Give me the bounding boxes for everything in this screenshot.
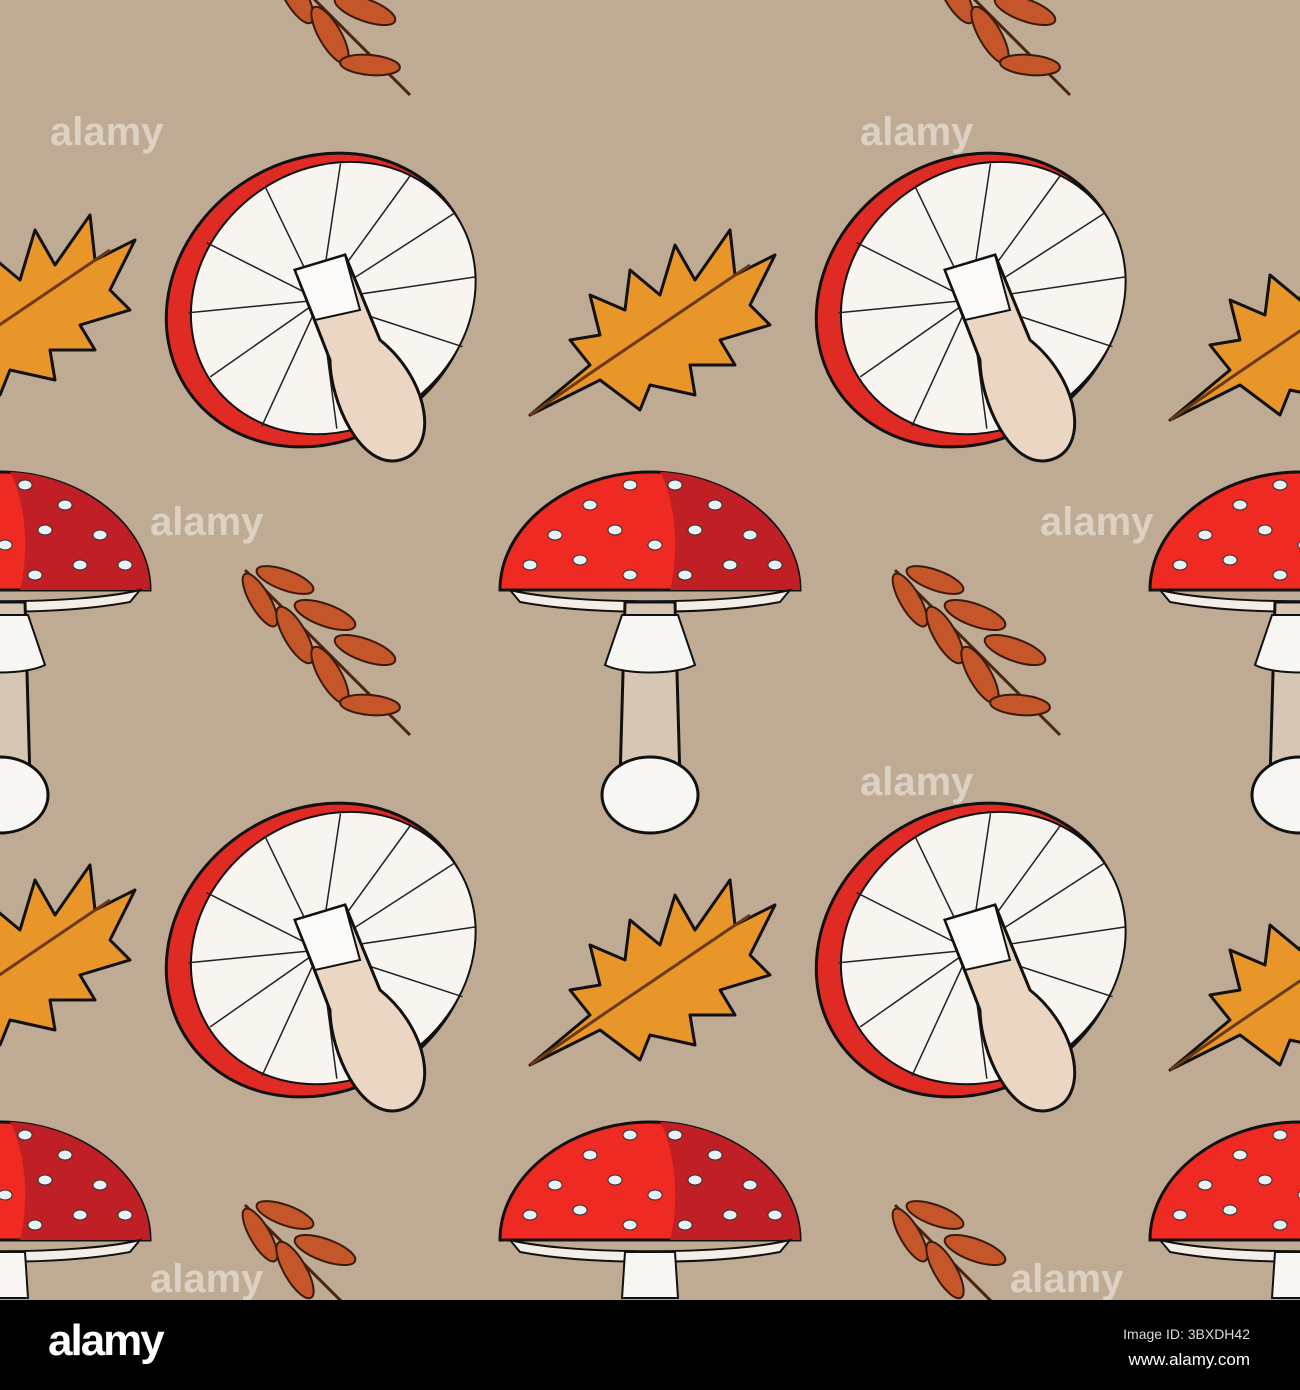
oak-leaf xyxy=(528,228,777,417)
leaf-sprig xyxy=(886,1195,1008,1300)
oak-leaf xyxy=(0,863,137,1052)
fly-agaric-mushroom xyxy=(0,472,150,833)
fly-agaric-mushroom xyxy=(0,1122,150,1298)
tilted-mushroom xyxy=(107,92,533,508)
watermark: alamy xyxy=(1040,500,1154,544)
footer-bar: alamy Image ID: 3BXDH42 www.alamy.com xyxy=(0,1300,1300,1390)
fly-agaric-mushroom xyxy=(500,472,800,833)
watermark: alamy xyxy=(860,110,974,154)
tilted-mushroom xyxy=(757,92,1183,508)
oak-leaf xyxy=(1168,883,1300,1072)
fly-agaric-mushroom xyxy=(500,1122,800,1298)
fly-agaric-mushroom xyxy=(1150,1122,1300,1298)
oak-leaf xyxy=(0,213,137,402)
leaf-sprig xyxy=(236,0,410,95)
leaf-sprig xyxy=(896,0,1070,95)
leaf-sprig xyxy=(886,560,1060,735)
watermark: alamy xyxy=(1010,1257,1124,1300)
oak-leaf xyxy=(528,878,777,1067)
alamy-logo: alamy xyxy=(48,1316,165,1365)
image-id: Image ID: 3BXDH42 xyxy=(1123,1326,1250,1342)
watermark: alamy xyxy=(150,500,264,544)
watermark: alamy xyxy=(150,1257,264,1300)
site-url: www.alamy.com xyxy=(1128,1350,1250,1369)
tilted-mushroom xyxy=(107,742,533,1158)
mushroom-pattern: alamy alamy alamy alamy alamy alamy alam… xyxy=(0,0,1300,1300)
oak-leaf xyxy=(1168,233,1300,422)
tilted-mushroom xyxy=(757,742,1183,1158)
fly-agaric-mushroom xyxy=(1150,472,1300,833)
leaf-sprig xyxy=(236,560,410,735)
watermark: alamy xyxy=(860,760,974,804)
watermark: alamy xyxy=(50,110,164,154)
